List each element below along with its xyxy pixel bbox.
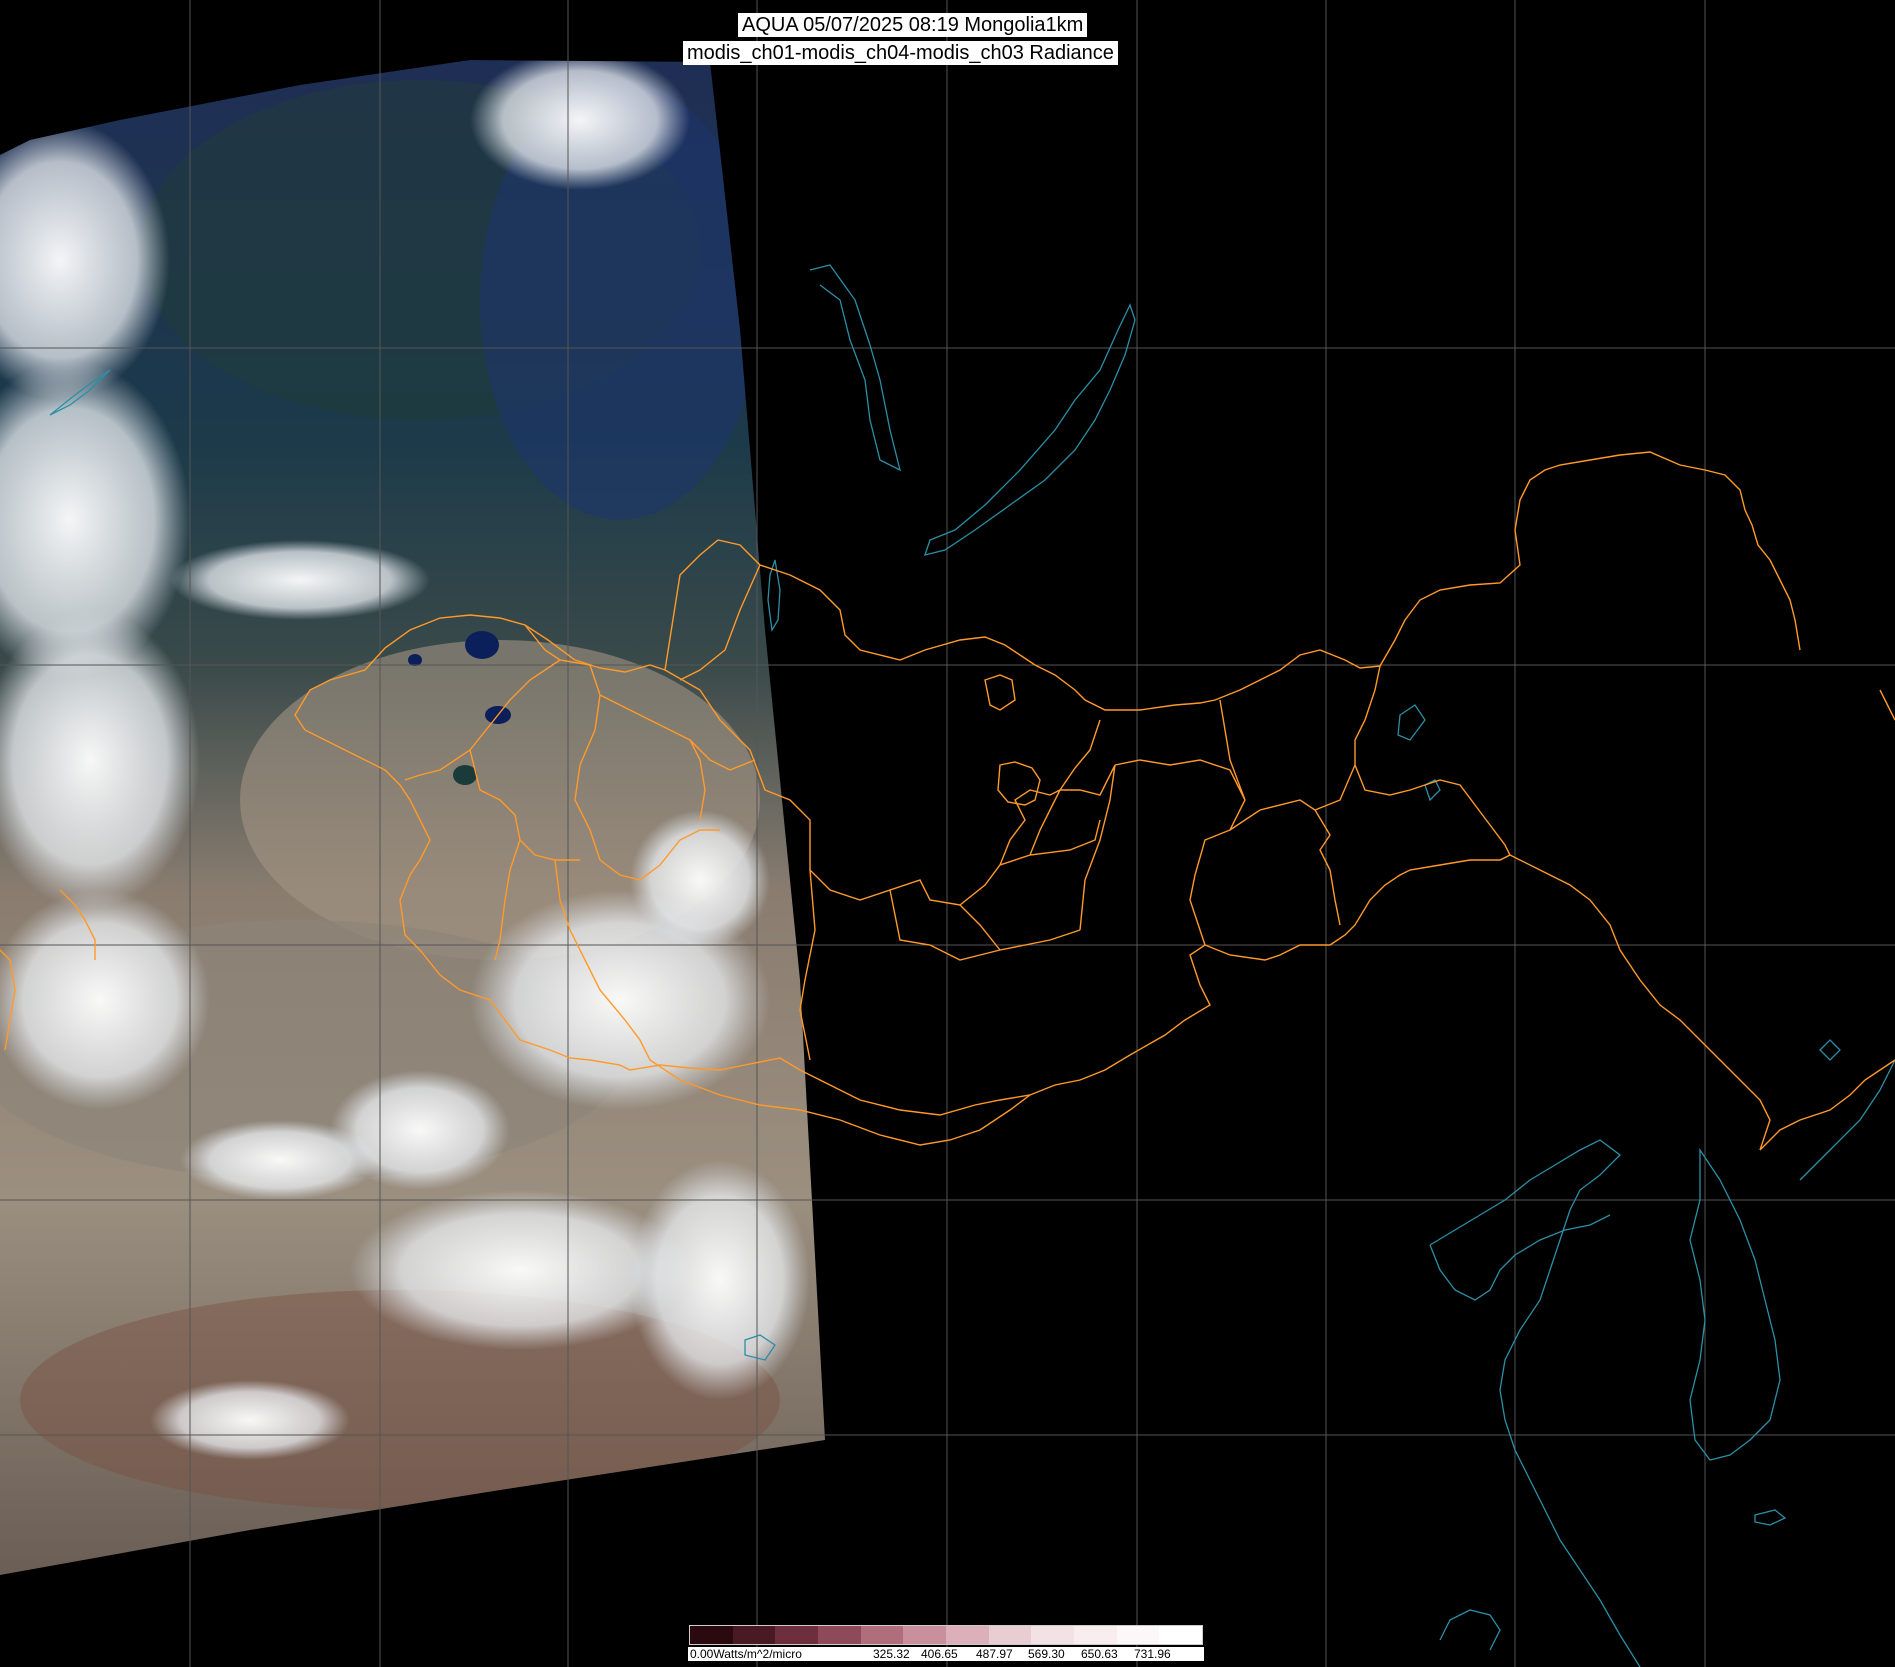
korea-east-coast [1799,1059,1895,1181]
satellite-map [0,0,1895,1667]
legend-tick: 406.65 [921,1647,958,1661]
title-line-1: AQUA 05/07/2025 08:19 Mongolia1km [738,13,1088,37]
legend-swatch [988,1626,1032,1644]
legend-tick: 325.32 [873,1647,910,1661]
east-border [1759,689,1895,1151]
legend-tick: 487.97 [976,1647,1013,1661]
bohai-coast [1429,1214,1611,1301]
lake-khanka [1819,1039,1841,1061]
korea-coast [1689,1147,1781,1461]
legend-color-bar [689,1625,1203,1645]
legend-swatch [818,1626,861,1644]
legend-swatch [1074,1626,1117,1644]
legend-swatch [1159,1626,1203,1644]
ulaanbaatar-box [997,761,1041,806]
legend-swatch [860,1626,904,1644]
legend-labels: 0.00Watts/m^2/micro 325.32 406.65 487.97… [688,1647,1204,1661]
china-coast [1429,1139,1641,1667]
lake-hulun [1397,704,1426,741]
china-east-border [1509,854,1771,1151]
legend-swatch [690,1626,733,1644]
legend-swatch [775,1626,819,1644]
legend-swatch [946,1626,989,1644]
radiance-legend: 0.00Watts/m^2/micro 325.32 406.65 487.97… [688,1625,1204,1661]
legend-swatch [1116,1626,1160,1644]
title-line-2: modis_ch01-modis_ch04-modis_ch03 Radianc… [683,41,1118,65]
legend-swatch [1031,1626,1075,1644]
legend-tick: 650.63 [1081,1647,1118,1661]
russia-china-border [1379,451,1801,667]
legend-tick: 569.30 [1028,1647,1065,1661]
legend-tick: 731.96 [1134,1647,1171,1661]
legend-swatch [732,1626,776,1644]
lake-baikal [924,303,1136,556]
jeju-island [1754,1509,1787,1526]
south-coast [1439,1609,1501,1651]
legend-swatch [903,1626,947,1644]
small-box [984,674,1016,711]
river-north [809,264,901,472]
legend-unit-label: 0.00Watts/m^2/micro [690,1647,802,1661]
